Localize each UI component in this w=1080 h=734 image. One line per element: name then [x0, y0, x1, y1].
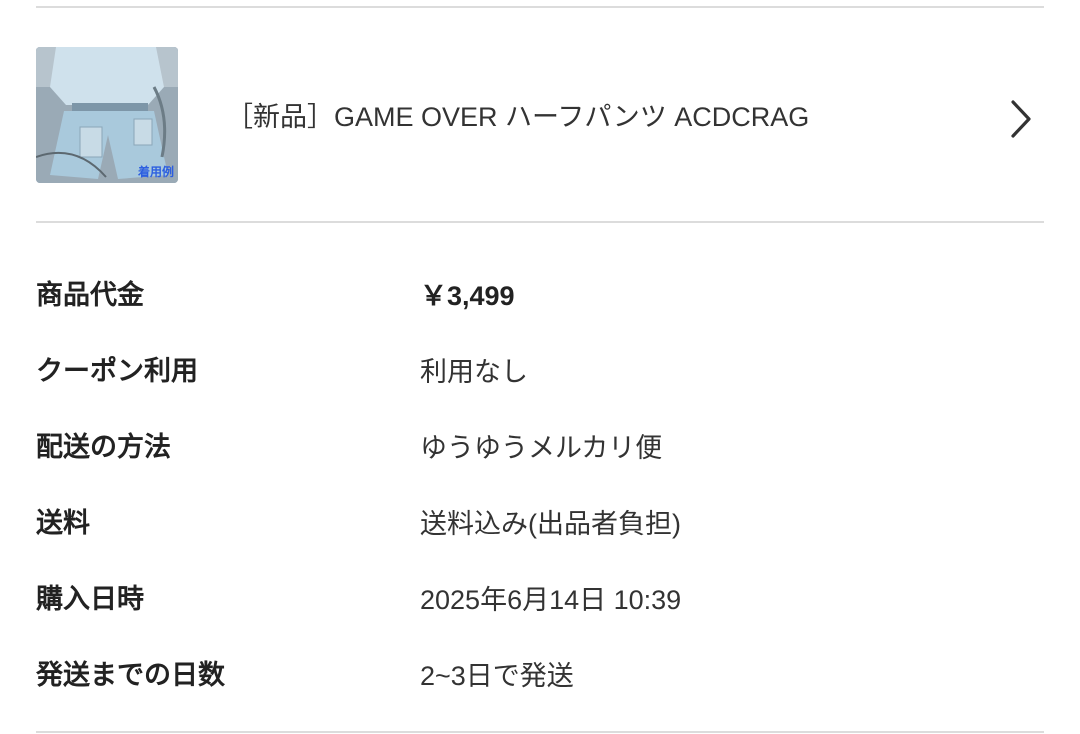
top-divider — [36, 6, 1044, 8]
detail-row-shipping-days: 発送までの日数 2~3日で発送 — [0, 642, 1080, 718]
detail-row-price: 商品代金 ￥3,499 — [0, 262, 1080, 338]
detail-value: 2025年6月14日 10:39 — [420, 585, 682, 615]
chevron-right-icon[interactable] — [1004, 98, 1038, 140]
detail-value: ￥3,499 — [420, 281, 515, 311]
detail-value: ゆうゆうメルカリ便 — [420, 433, 663, 463]
detail-label: 配送の方法 — [36, 432, 171, 463]
detail-row-shipping-fee: 送料 送料込み(出品者負担) — [0, 490, 1080, 566]
product-title: ［新品］GAME OVER ハーフパンツ ACDCRAG — [226, 102, 810, 132]
product-row[interactable]: 着用例 ［新品］GAME OVER ハーフパンツ ACDCRAG — [0, 10, 1080, 220]
detail-label: クーポン利用 — [36, 356, 198, 387]
detail-row-coupon: クーポン利用 利用なし — [0, 338, 1080, 414]
product-thumbnail: 着用例 — [36, 47, 178, 183]
detail-label: 送料 — [36, 508, 90, 539]
detail-row-purchase-date: 購入日時 2025年6月14日 10:39 — [0, 566, 1080, 642]
thumbnail-caption: 着用例 — [137, 165, 174, 179]
detail-label: 商品代金 — [36, 280, 144, 311]
detail-label: 購入日時 — [36, 584, 144, 615]
detail-value: 2~3日で発送 — [420, 661, 574, 691]
transaction-details: 商品代金 ￥3,499 クーポン利用 利用なし 配送の方法 ゆうゆうメルカリ便 … — [0, 262, 1080, 718]
bottom-divider — [36, 731, 1044, 733]
detail-label: 発送までの日数 — [36, 660, 225, 691]
detail-value: 送料込み(出品者負担) — [420, 509, 681, 539]
product-divider — [36, 221, 1044, 223]
detail-row-shipping-method: 配送の方法 ゆうゆうメルカリ便 — [0, 414, 1080, 490]
detail-value: 利用なし — [420, 357, 528, 387]
